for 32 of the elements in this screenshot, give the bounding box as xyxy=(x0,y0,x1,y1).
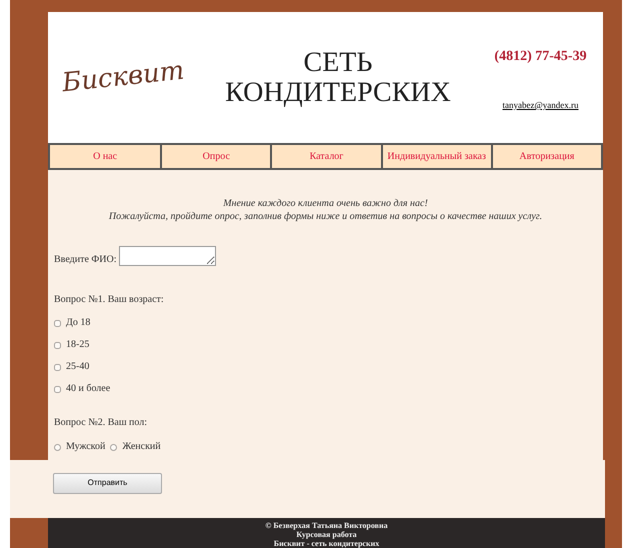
submit-button[interactable]: Отправить xyxy=(53,472,162,494)
option-label: Женский xyxy=(122,441,161,453)
email-link[interactable]: tanyabez@yandex.ru xyxy=(502,99,578,112)
footer-text: Курсовая работа xyxy=(296,530,357,539)
gender-radio[interactable] xyxy=(110,444,118,450)
age-checkbox[interactable] xyxy=(54,386,61,392)
name-field[interactable] xyxy=(118,246,216,266)
logo[interactable]: Бисквит xyxy=(60,52,186,104)
site-title: КОНДИТЕРСКИХ xyxy=(225,78,451,108)
nav-link[interactable]: Авторизация xyxy=(490,145,601,168)
gender-radio[interactable] xyxy=(54,444,61,450)
nav-link[interactable]: Индивидуальный заказ xyxy=(380,145,491,168)
nav-link[interactable]: О нас xyxy=(50,145,160,168)
intro-text: Пожалуйста, пройдите опрос, заполнив формы ниже и ответив на вопросы о качестве наших услуг. xyxy=(108,210,542,223)
footer-text: © Безверхая Татьяна Викторовна xyxy=(265,521,388,530)
option-label: 40 и более xyxy=(66,383,110,395)
option-label: До 18 xyxy=(66,317,90,329)
site-title: СЕТЬ xyxy=(304,48,372,78)
question-label: Вопрос №1. Ваш возраст: xyxy=(54,294,165,306)
phone-number: (4812) 77-45-39 xyxy=(494,48,587,66)
nav-link[interactable]: Опрос xyxy=(160,145,270,168)
footer-text: Бисквит - сеть кондитерских xyxy=(274,539,380,548)
age-checkbox[interactable] xyxy=(54,320,61,326)
nav-link[interactable]: Каталог xyxy=(270,145,381,168)
age-checkbox[interactable] xyxy=(54,364,61,370)
option-label: 25-40 xyxy=(66,361,90,373)
question-label: Вопрос №2. Ваш пол: xyxy=(54,417,148,429)
option-label: 18-25 xyxy=(66,339,90,351)
field-label: Введите ФИО: xyxy=(54,254,117,266)
intro-text: Мнение каждого клиента очень важно для нас! xyxy=(223,197,428,210)
option-label: Мужской xyxy=(66,441,106,453)
age-checkbox[interactable] xyxy=(54,342,61,348)
